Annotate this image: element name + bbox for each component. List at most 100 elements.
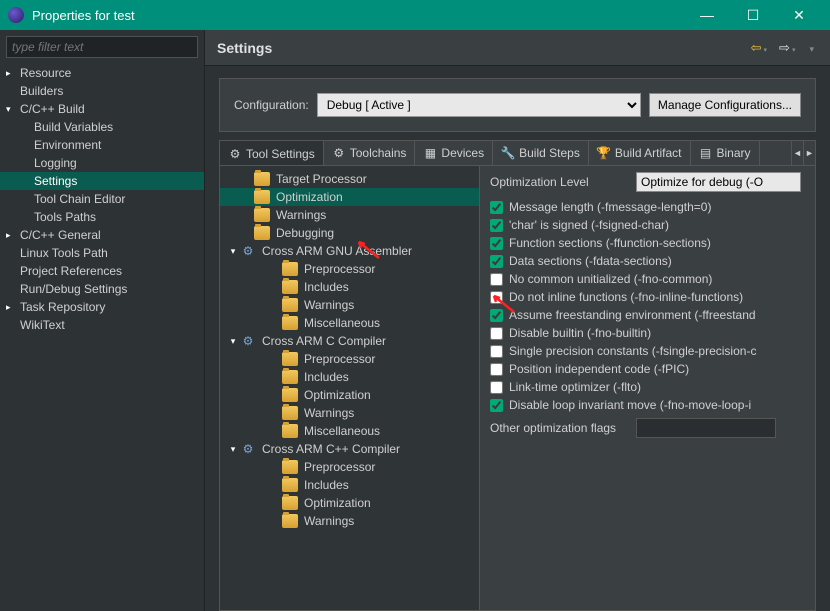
tree-item-label: Miscellaneous [304, 424, 380, 438]
tree-item-label: Optimization [304, 496, 371, 510]
nav-item-task-repository[interactable]: ▸Task Repository [0, 298, 204, 316]
checkbox-opt-11[interactable] [490, 399, 503, 412]
tree-item-warnings[interactable]: Warnings [220, 404, 479, 422]
filter-input[interactable] [6, 36, 198, 58]
build-artifact-icon: 🏆 [597, 146, 611, 160]
tab-toolchains[interactable]: ⚙Toolchains [324, 140, 416, 166]
tree-item-preprocessor[interactable]: Preprocessor [220, 458, 479, 476]
nav-item-project-references[interactable]: Project References [0, 262, 204, 280]
tab-label: Devices [441, 146, 484, 160]
tab-binary[interactable]: ▤Binary [691, 140, 760, 166]
checkbox-label: Message length (-fmessage-length=0) [509, 200, 711, 214]
close-button[interactable]: ✕ [776, 0, 822, 30]
checkbox-opt-4[interactable] [490, 273, 503, 286]
tab-build-steps[interactable]: 🔧Build Steps [493, 140, 589, 166]
tree-item-miscellaneous[interactable]: Miscellaneous [220, 422, 479, 440]
eclipse-icon [8, 7, 24, 23]
other-flags-input[interactable] [636, 418, 776, 438]
checkbox-opt-2[interactable] [490, 237, 503, 250]
folder-icon [282, 316, 298, 330]
chevron-down-icon[interactable]: ▾ [226, 444, 240, 455]
tree-item-warnings[interactable]: Warnings [220, 296, 479, 314]
nav-item-settings[interactable]: Settings [0, 172, 204, 190]
chevron-right-icon[interactable]: ▸ [6, 68, 20, 79]
tree-item-includes[interactable]: Includes [220, 278, 479, 296]
tree-item-optimization[interactable]: Optimization [220, 386, 479, 404]
folder-icon [282, 514, 298, 528]
page-title: Settings [217, 40, 743, 56]
tab-build-artifact[interactable]: 🏆Build Artifact [589, 140, 691, 166]
checkbox-opt-8[interactable] [490, 345, 503, 358]
nav-item-logging[interactable]: Logging [0, 154, 204, 172]
window-title: Properties for test [32, 8, 684, 23]
tree-item-optimization[interactable]: Optimization [220, 494, 479, 512]
nav-item-wikitext[interactable]: WikiText [0, 316, 204, 334]
configuration-select[interactable]: Debug [ Active ] [317, 93, 641, 117]
tab-label: Tool Settings [246, 147, 315, 161]
tree-item-label: Warnings [276, 208, 326, 222]
view-menu-button[interactable]: ▾ [803, 38, 818, 57]
chevron-right-icon[interactable]: ▸ [6, 230, 20, 241]
folder-icon [282, 460, 298, 474]
tree-item-warnings[interactable]: Warnings [220, 512, 479, 530]
checkbox-label: Disable builtin (-fno-builtin) [509, 326, 651, 340]
checkbox-opt-10[interactable] [490, 381, 503, 394]
tree-item-preprocessor[interactable]: Preprocessor [220, 350, 479, 368]
nav-item-environment[interactable]: Environment [0, 136, 204, 154]
chevron-down-icon[interactable]: ▾ [6, 104, 20, 115]
nav-item-label: Tool Chain Editor [34, 192, 125, 206]
tab-tool-settings[interactable]: ⚙Tool Settings [220, 140, 324, 166]
chevron-down-icon[interactable]: ▾ [226, 246, 240, 257]
tab-scroll-left[interactable]: ◄ [791, 140, 803, 166]
tree-item-preprocessor[interactable]: Preprocessor [220, 260, 479, 278]
optimization-level-select[interactable] [636, 172, 801, 192]
chevron-right-icon[interactable]: ▸ [6, 302, 20, 313]
nav-back-button[interactable]: ⇦▾ [747, 38, 771, 58]
tree-item-label: Target Processor [276, 172, 367, 186]
checkbox-opt-9[interactable] [490, 363, 503, 376]
nav-item-tools-paths[interactable]: Tools Paths [0, 208, 204, 226]
folder-icon [282, 352, 298, 366]
tree-item-cross-arm-c-compiler[interactable]: ▾⚙Cross ARM C Compiler [220, 332, 479, 350]
nav-item-tool-chain-editor[interactable]: Tool Chain Editor [0, 190, 204, 208]
tree-item-label: Includes [304, 280, 349, 294]
checkbox-opt-0[interactable] [490, 201, 503, 214]
folder-icon [282, 424, 298, 438]
tree-item-miscellaneous[interactable]: Miscellaneous [220, 314, 479, 332]
nav-item-run-debug-settings[interactable]: Run/Debug Settings [0, 280, 204, 298]
checkbox-opt-3[interactable] [490, 255, 503, 268]
nav-item-linux-tools-path[interactable]: Linux Tools Path [0, 244, 204, 262]
chevron-down-icon[interactable]: ▾ [226, 336, 240, 347]
sidebar: ▸ResourceBuilders▾C/C++ BuildBuild Varia… [0, 30, 205, 611]
checkbox-opt-6[interactable] [490, 309, 503, 322]
nav-item-build-variables[interactable]: Build Variables [0, 118, 204, 136]
tree-item-includes[interactable]: Includes [220, 476, 479, 494]
checkbox-label: Disable loop invariant move (-fno-move-l… [509, 398, 751, 412]
minimize-button[interactable]: — [684, 0, 730, 30]
checkbox-opt-5[interactable] [490, 291, 503, 304]
nav-forward-button[interactable]: ⇨▾ [775, 38, 799, 58]
manage-configurations-button[interactable]: Manage Configurations... [649, 93, 801, 117]
nav-item-builders[interactable]: Builders [0, 82, 204, 100]
nav-item-c-c-build[interactable]: ▾C/C++ Build [0, 100, 204, 118]
nav-item-label: Resource [20, 66, 71, 80]
tab-devices[interactable]: ▦Devices [415, 140, 493, 166]
maximize-button[interactable]: ☐ [730, 0, 776, 30]
tree-item-target-processor[interactable]: Target Processor [220, 170, 479, 188]
checkbox-opt-7[interactable] [490, 327, 503, 340]
tab-scroll-right[interactable]: ► [803, 140, 815, 166]
tree-item-optimization[interactable]: Optimization [220, 188, 479, 206]
tree-item-includes[interactable]: Includes [220, 368, 479, 386]
tree-item-cross-arm-gnu-assembler[interactable]: ▾⚙Cross ARM GNU Assembler [220, 242, 479, 260]
nav-item-resource[interactable]: ▸Resource [0, 64, 204, 82]
checkbox-label: Function sections (-ffunction-sections) [509, 236, 711, 250]
nav-item-c-c-general[interactable]: ▸C/C++ General [0, 226, 204, 244]
tree-item-warnings[interactable]: Warnings [220, 206, 479, 224]
binary-icon: ▤ [699, 146, 713, 160]
folder-icon [282, 406, 298, 420]
tree-item-label: Warnings [304, 514, 354, 528]
checkbox-opt-1[interactable] [490, 219, 503, 232]
tree-item-cross-arm-c-compiler[interactable]: ▾⚙Cross ARM C++ Compiler [220, 440, 479, 458]
tree-item-label: Optimization [276, 190, 343, 204]
tree-item-debugging[interactable]: Debugging [220, 224, 479, 242]
